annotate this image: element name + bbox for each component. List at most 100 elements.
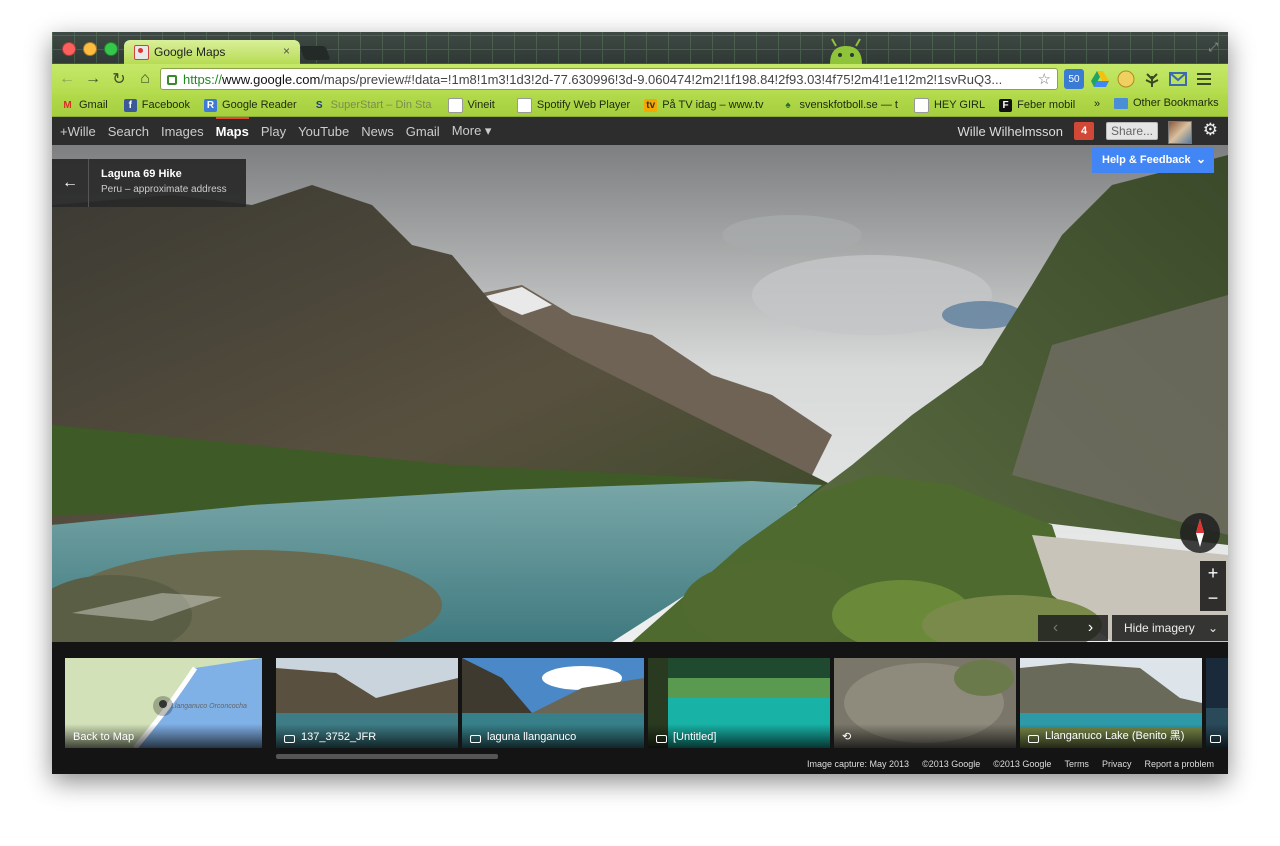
zoom-in-button[interactable]: + — [1200, 561, 1226, 586]
new-tab-button[interactable] — [299, 46, 331, 60]
footer: Image capture: May 2013 ©2013 Google ©20… — [794, 754, 1214, 774]
zoom-out-button[interactable]: − — [1200, 586, 1226, 611]
photo-thumb[interactable]: 137_3752_JFR — [276, 658, 458, 748]
page-icon — [516, 97, 532, 113]
other-bookmarks-label: Other Bookmarks — [1133, 97, 1219, 109]
place-title: Laguna 69 Hike — [101, 168, 182, 180]
copyright-2: ©2013 Google — [993, 759, 1052, 769]
bookmark-svenskfotboll[interactable]: ♠ svenskfotboll.se — t — [782, 99, 898, 112]
place-card: ← Laguna 69 Hike Peru – approximate addr… — [52, 159, 246, 207]
back-to-map-thumb[interactable]: Llanganuco Orconcocha Back to Map — [65, 658, 262, 748]
window-controls — [62, 42, 118, 56]
back-arrow-icon[interactable]: ← — [52, 159, 89, 207]
url-scheme: https:// — [183, 71, 223, 87]
bookmark-pa-tv[interactable]: tv På TV idag – www.tv — [644, 98, 764, 112]
browser-window: Google Maps × ⤢ ← → ↻ ⌂ https:// www.goo… — [52, 32, 1228, 774]
gbar-link-gmail[interactable]: Gmail — [406, 124, 440, 139]
gbar-link-plus[interactable]: +Wille — [60, 124, 96, 139]
url-path: /maps/preview#!data=!1m8!1m3!1d3!2d-77.6… — [320, 71, 1003, 87]
gbar-link-more[interactable]: More ▾ — [452, 123, 492, 139]
lock-icon — [167, 75, 177, 85]
hide-imagery-button[interactable]: Hide imagery ⌄ — [1112, 615, 1228, 641]
smiley-extension-icon[interactable] — [1116, 69, 1136, 89]
gmail-icon: M — [63, 99, 72, 111]
report-problem-link[interactable]: Report a problem — [1144, 759, 1214, 769]
photo-caption: laguna llanganuco — [487, 731, 577, 743]
gbar-link-play[interactable]: Play — [261, 124, 286, 139]
share-button[interactable]: Share... — [1106, 122, 1158, 140]
bookmarks-bar: M Gmail f Facebook R Google Reader S SuperSt… — [52, 94, 1228, 117]
superstart-icon: S — [315, 99, 323, 111]
help-feedback-button[interactable]: Help & Feedback ⌄ — [1092, 147, 1214, 173]
compass-control[interactable] — [1180, 513, 1220, 553]
back-arrow-icon[interactable]: ← — [56, 70, 78, 88]
bookmark-superstart[interactable]: S SuperStart – Din Sta — [313, 99, 432, 112]
chevron-left-icon[interactable]: ‹ — [1053, 619, 1058, 637]
help-feedback-label: Help & Feedback — [1102, 154, 1191, 166]
zoom-window-button[interactable] — [104, 42, 118, 56]
bookmark-label: Spotify Web Player — [536, 99, 631, 111]
bookmark-gmail[interactable]: M Gmail — [61, 99, 107, 112]
street-view-panorama[interactable]: ← Laguna 69 Hike Peru – approximate addr… — [52, 145, 1228, 642]
bookmark-star-icon[interactable]: ☆ — [1038, 70, 1051, 88]
bookmark-google-reader[interactable]: R Google Reader — [204, 98, 297, 112]
chrome-menu-icon[interactable] — [1194, 69, 1214, 89]
chevron-down-icon: ⌄ — [1195, 152, 1206, 166]
bookmark-label: HEY GIRL — [933, 99, 986, 111]
bookmark-vineit[interactable]: Vineit — [447, 97, 495, 113]
imagery-filmstrip: Llanganuco Orconcocha Back to Map 137_37… — [52, 642, 1228, 774]
gbar-link-search[interactable]: Search — [108, 124, 149, 139]
close-window-button[interactable] — [62, 42, 76, 56]
compass-icon — [1196, 519, 1204, 547]
bookmark-label: Facebook — [141, 99, 191, 111]
bookmark-hey-girl[interactable]: HEY GIRL — [913, 97, 986, 113]
gbar-link-images[interactable]: Images — [161, 124, 204, 139]
photo-thumb[interactable]: [Untitled] — [648, 658, 830, 748]
gbar-link-maps[interactable]: Maps — [215, 116, 250, 139]
privacy-link[interactable]: Privacy — [1102, 759, 1132, 769]
bookmarks-overflow-button[interactable]: » — [1094, 98, 1100, 110]
terms-link[interactable]: Terms — [1064, 759, 1089, 769]
facebook-icon: f — [123, 98, 137, 112]
photo-thumb-partial[interactable] — [1206, 658, 1228, 748]
filmstrip-scrollbar[interactable] — [276, 754, 498, 759]
page-icon — [913, 97, 929, 113]
gbar-link-youtube[interactable]: YouTube — [298, 124, 349, 139]
fullscreen-icon[interactable]: ⤢ — [1208, 40, 1218, 55]
gear-icon[interactable]: ⚙ — [1203, 120, 1218, 140]
photo-thumb[interactable]: laguna llanganuco — [462, 658, 644, 748]
photo-thumb[interactable]: Llanganuco Lake (Benito 黑) — [1020, 658, 1202, 748]
extension-badge-icon[interactable]: 50 — [1064, 69, 1084, 89]
reload-icon[interactable]: ↻ — [108, 69, 130, 89]
tab-title: Google Maps — [154, 45, 226, 59]
camera-icon — [1210, 735, 1221, 743]
mail-checker-icon[interactable] — [1168, 69, 1188, 89]
user-name[interactable]: Wille Wilhelmsson — [958, 124, 1063, 139]
reader-icon: R — [204, 98, 218, 112]
minimize-window-button[interactable] — [83, 42, 97, 56]
panorama-image — [52, 145, 1228, 642]
notification-badge[interactable]: 4 — [1074, 122, 1094, 140]
home-icon[interactable]: ⌂ — [134, 70, 156, 88]
place-subtitle: Peru – approximate address — [101, 184, 227, 195]
bookmark-label: Google Reader — [222, 99, 297, 111]
bookmark-feber[interactable]: F Feber mobil — [999, 98, 1075, 112]
chevron-right-icon[interactable]: › — [1088, 619, 1093, 637]
panorama-thumb[interactable]: ⟲ — [834, 658, 1016, 748]
maps-favicon-icon — [134, 44, 149, 60]
camera-icon — [284, 735, 295, 743]
tv-icon: tv — [644, 98, 658, 112]
tab-google-maps[interactable]: Google Maps × — [124, 40, 300, 64]
bookmark-spotify[interactable]: Spotify Web Player — [516, 97, 631, 113]
drive-icon[interactable] — [1090, 69, 1110, 89]
address-bar[interactable]: https:// www.google.com /maps/preview#!d… — [160, 68, 1058, 90]
avatar[interactable] — [1168, 121, 1192, 144]
bookmark-facebook[interactable]: f Facebook — [123, 98, 191, 112]
tab-close-icon[interactable]: × — [283, 44, 290, 58]
gbar-link-news[interactable]: News — [361, 124, 394, 139]
plant-extension-icon[interactable] — [1142, 69, 1162, 89]
tab-strip: Google Maps × ⤢ — [52, 32, 1228, 64]
forward-arrow-icon[interactable]: → — [82, 70, 104, 88]
camera-icon — [470, 735, 481, 743]
other-bookmarks-folder[interactable]: Other Bookmarks — [1114, 97, 1219, 109]
